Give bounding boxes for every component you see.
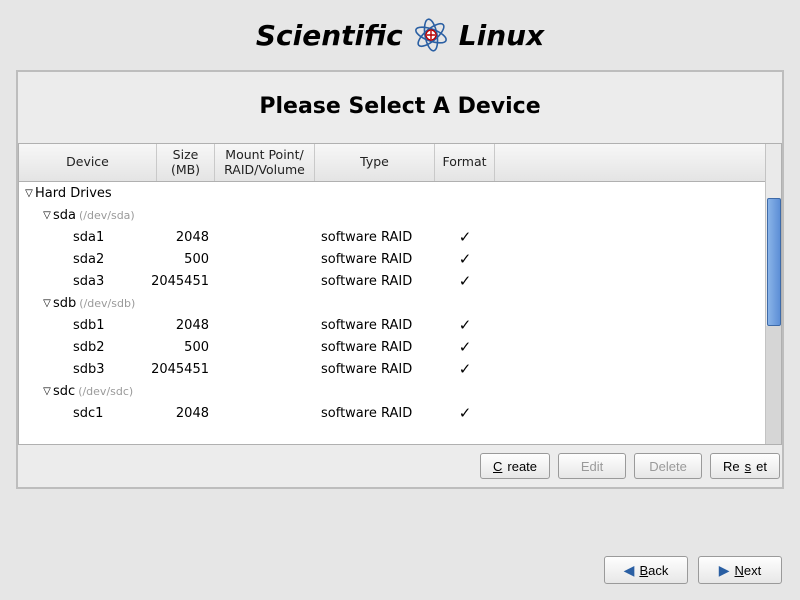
delete-button[interactable]: Delete: [634, 453, 702, 479]
atom-icon: [411, 15, 451, 55]
table-row[interactable]: ▽ sdb(/dev/sdb): [19, 292, 765, 314]
table-row[interactable]: sda2500software RAID✓: [19, 248, 765, 270]
expand-icon[interactable]: ▽: [41, 298, 53, 309]
device-table: Device Size (MB) Mount Point/ RAID/Volum…: [18, 143, 782, 445]
header-logo: Scientific Linux: [0, 0, 800, 70]
next-button[interactable]: ▶ Next: [698, 556, 782, 584]
table-row[interactable]: ▽ sdc(/dev/sdc): [19, 380, 765, 402]
table-header: Device Size (MB) Mount Point/ RAID/Volum…: [19, 144, 765, 182]
back-button[interactable]: ◀ Back: [604, 556, 688, 584]
create-button[interactable]: Create: [480, 453, 550, 479]
action-button-row: Create Edit Delete Reset: [18, 445, 782, 487]
table-row[interactable]: sda12048software RAID✓: [19, 226, 765, 248]
check-icon: ✓: [459, 404, 472, 422]
check-icon: ✓: [459, 360, 472, 378]
nav-button-row: ◀ Back ▶ Next: [604, 556, 782, 584]
col-size[interactable]: Size (MB): [157, 144, 215, 181]
check-icon: ✓: [459, 272, 472, 290]
table-row[interactable]: ▽ sda(/dev/sda): [19, 204, 765, 226]
check-icon: ✓: [459, 250, 472, 268]
expand-icon[interactable]: ▽: [23, 188, 35, 199]
expand-icon[interactable]: ▽: [41, 386, 53, 397]
arrow-right-icon: ▶: [719, 563, 730, 577]
col-mount[interactable]: Mount Point/ RAID/Volume: [215, 144, 315, 181]
arrow-left-icon: ◀: [624, 563, 635, 577]
col-format[interactable]: Format: [435, 144, 495, 181]
scrollbar-thumb[interactable]: [767, 198, 781, 326]
edit-button[interactable]: Edit: [558, 453, 626, 479]
logo-word-1: Scientific: [256, 19, 403, 52]
check-icon: ✓: [459, 228, 472, 246]
check-icon: ✓: [459, 338, 472, 356]
col-device[interactable]: Device: [19, 144, 157, 181]
reset-button[interactable]: Reset: [710, 453, 780, 479]
table-row[interactable]: sdb12048software RAID✓: [19, 314, 765, 336]
panel-title: Please Select A Device: [18, 72, 782, 143]
table-body[interactable]: ▽ Hard Drives▽ sda(/dev/sda) sda12048sof…: [19, 182, 765, 424]
expand-icon[interactable]: ▽: [41, 210, 53, 221]
table-row[interactable]: ▽ Hard Drives: [19, 182, 765, 204]
table-row[interactable]: sdc12048software RAID✓: [19, 402, 765, 424]
table-row[interactable]: sdb32045451software RAID✓: [19, 358, 765, 380]
device-panel: Please Select A Device Device Size (MB) …: [16, 70, 784, 489]
logo-word-2: Linux: [459, 19, 544, 52]
table-row[interactable]: sda32045451software RAID✓: [19, 270, 765, 292]
table-row[interactable]: sdb2500software RAID✓: [19, 336, 765, 358]
scrollbar[interactable]: [765, 144, 781, 444]
check-icon: ✓: [459, 316, 472, 334]
col-type[interactable]: Type: [315, 144, 435, 181]
